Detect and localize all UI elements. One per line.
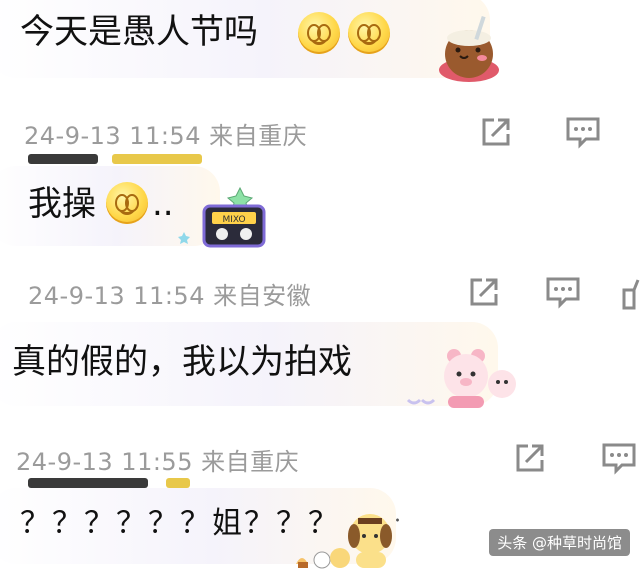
- watermark: 头条 @种草时尚馆: [489, 529, 630, 556]
- smile-emoji: [106, 182, 148, 224]
- share-icon[interactable]: [466, 274, 502, 310]
- coconut-drink-sticker: [439, 15, 499, 82]
- pudding-dog-sticker: [296, 514, 399, 569]
- comment-text: 我操: [28, 184, 96, 224]
- comment-meta: 24-9-13 11:55 来自重庆: [16, 448, 300, 476]
- comment-text: 今天是愚人节吗: [20, 12, 258, 52]
- cropped-emoji-fragment: [166, 478, 190, 488]
- smile-emoji: [298, 12, 340, 54]
- cropped-text-fragment: [28, 478, 148, 488]
- comment-icon[interactable]: [544, 274, 582, 310]
- comment-icon[interactable]: [564, 114, 602, 150]
- comment-text: 真的假的，我以为拍戏: [12, 342, 352, 382]
- pink-bear-sticker: [406, 349, 516, 408]
- share-icon[interactable]: [512, 440, 548, 476]
- share-icon[interactable]: [478, 114, 514, 150]
- comment-bubble: 今天是愚人节吗: [0, 0, 490, 78]
- cropped-emoji-fragment: [112, 154, 202, 164]
- like-icon[interactable]: [620, 276, 640, 310]
- comment-meta: 24-9-13 11:54 来自重庆: [24, 122, 308, 150]
- comment-icon[interactable]: [600, 440, 638, 476]
- smile-emoji: [348, 12, 390, 54]
- comment-meta: 24-9-13 11:54 来自安徽: [28, 282, 312, 310]
- cassette-tape-sticker: MIXO: [178, 186, 266, 248]
- cropped-text-fragment: [28, 154, 98, 164]
- cassette-label: MIXO: [222, 215, 245, 225]
